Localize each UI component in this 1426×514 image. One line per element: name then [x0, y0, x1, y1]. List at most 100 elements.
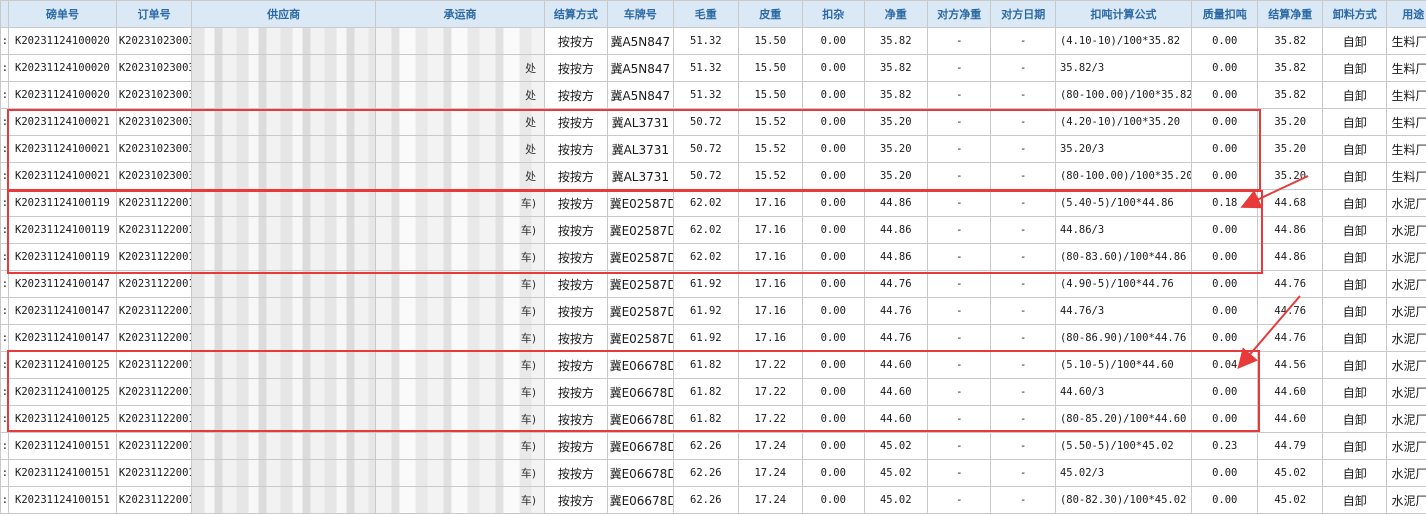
settlement-method-cell[interactable]: 按按方 [544, 324, 608, 352]
unload-method-cell[interactable]: 自卸 [1321, 378, 1388, 406]
quality-deduct-cell[interactable]: 0.00 [1190, 243, 1259, 271]
row-marker[interactable]: : [0, 216, 10, 244]
peer-net-weight-cell[interactable]: - [926, 405, 992, 433]
row-marker[interactable]: : [0, 486, 10, 514]
ticket-no-cell[interactable]: K20231124100021 [8, 135, 117, 163]
settle-net-weight-cell[interactable]: 35.82 [1257, 81, 1323, 109]
impurity-deduct-cell[interactable]: 0.00 [802, 27, 865, 55]
peer-net-weight-cell[interactable]: - [926, 432, 992, 460]
order-no-cell[interactable]: K20231122001 [115, 378, 193, 406]
ticket-no-cell[interactable]: K20231124100147 [8, 270, 117, 298]
plate-cell[interactable]: 冀AL3731 [606, 162, 675, 190]
deduct-formula-cell[interactable]: (80-86.90)/100*44.76 [1054, 324, 1192, 352]
peer-net-weight-cell[interactable]: - [926, 324, 992, 352]
peer-net-weight-cell[interactable]: - [926, 81, 992, 109]
ticket-no-cell[interactable]: K20231124100020 [8, 27, 117, 55]
ticket-no-cell[interactable]: K20231124100151 [8, 486, 117, 514]
tare-weight-cell[interactable]: 17.16 [737, 216, 804, 244]
unload-method-cell[interactable]: 自卸 [1321, 189, 1388, 217]
settle-net-weight-cell[interactable]: 44.68 [1257, 189, 1323, 217]
peer-date-cell[interactable]: - [990, 162, 1056, 190]
table-row[interactable]: : K20231124100021 K20231023003 处按按方 冀AL3731 5… [0, 108, 1426, 136]
impurity-deduct-cell[interactable]: 0.00 [802, 243, 865, 271]
supplier-cell-redacted[interactable] [191, 432, 376, 460]
impurity-deduct-cell[interactable]: 0.00 [802, 108, 865, 136]
peer-net-weight-cell[interactable]: - [926, 135, 992, 163]
quality-deduct-cell[interactable]: 0.00 [1190, 378, 1259, 406]
order-no-cell[interactable]: K20231122001 [115, 297, 193, 325]
row-marker[interactable]: : [0, 54, 10, 82]
unload-method-cell[interactable]: 自卸 [1321, 351, 1388, 379]
usage-cell[interactable]: 水泥厂 [1386, 243, 1426, 271]
usage-cell[interactable]: 生料厂 [1386, 108, 1426, 136]
quality-deduct-cell[interactable]: 0.18 [1190, 189, 1259, 217]
supplier-cell-redacted[interactable] [191, 297, 376, 325]
usage-cell[interactable]: 水泥厂 [1386, 297, 1426, 325]
table-row[interactable]: : K20231124100021 K20231023003 处按按方 冀AL3731 5… [0, 162, 1426, 190]
gross-weight-cell[interactable]: 51.32 [673, 27, 739, 55]
carrier-cell-redacted[interactable]: 处 [374, 162, 546, 190]
supplier-cell-redacted[interactable] [191, 189, 376, 217]
supplier-cell-redacted[interactable] [191, 108, 376, 136]
peer-net-weight-cell[interactable]: - [926, 162, 992, 190]
plate-cell[interactable]: 冀AL3731 [606, 108, 675, 136]
table-row[interactable]: : K20231124100147 K20231122001 车) 按按方 冀E02587… [0, 270, 1426, 298]
peer-date-cell[interactable]: - [990, 351, 1056, 379]
settlement-method-cell[interactable]: 按按方 [544, 432, 608, 460]
column-header-7[interactable]: 毛重 [673, 0, 739, 28]
supplier-cell-redacted[interactable] [191, 81, 376, 109]
peer-net-weight-cell[interactable]: - [926, 297, 992, 325]
settlement-method-cell[interactable]: 按按方 [544, 270, 608, 298]
usage-cell[interactable]: 水泥厂 [1386, 459, 1426, 487]
table-row[interactable]: : K20231124100147 K20231122001 车) 按按方 冀E02587… [0, 297, 1426, 325]
settle-net-weight-cell[interactable]: 45.02 [1257, 459, 1323, 487]
gross-weight-cell[interactable]: 50.72 [673, 108, 739, 136]
row-marker[interactable]: : [0, 351, 10, 379]
unload-method-cell[interactable]: 自卸 [1321, 216, 1388, 244]
net-weight-cell[interactable]: 35.20 [863, 162, 928, 190]
settlement-method-cell[interactable]: 按按方 [544, 54, 608, 82]
order-no-cell[interactable]: K20231122001 [115, 243, 193, 271]
unload-method-cell[interactable]: 自卸 [1321, 108, 1388, 136]
usage-cell[interactable]: 生料厂 [1386, 54, 1426, 82]
impurity-deduct-cell[interactable]: 0.00 [802, 405, 865, 433]
supplier-cell-redacted[interactable] [191, 459, 376, 487]
ticket-no-cell[interactable]: K20231124100021 [8, 108, 117, 136]
supplier-cell-redacted[interactable] [191, 405, 376, 433]
settle-net-weight-cell[interactable]: 44.86 [1257, 243, 1323, 271]
gross-weight-cell[interactable]: 61.92 [673, 297, 739, 325]
peer-date-cell[interactable]: - [990, 378, 1056, 406]
impurity-deduct-cell[interactable]: 0.00 [802, 432, 865, 460]
peer-net-weight-cell[interactable]: - [926, 351, 992, 379]
deduct-formula-cell[interactable]: (80-85.20)/100*44.60 [1054, 405, 1192, 433]
peer-date-cell[interactable]: - [990, 432, 1056, 460]
peer-net-weight-cell[interactable]: - [926, 189, 992, 217]
settle-net-weight-cell[interactable]: 44.76 [1257, 324, 1323, 352]
row-marker[interactable]: : [0, 162, 10, 190]
column-header-3[interactable]: 供应商 [191, 0, 376, 28]
supplier-cell-redacted[interactable] [191, 243, 376, 271]
plate-cell[interactable]: 冀A5N847 [606, 54, 675, 82]
quality-deduct-cell[interactable]: 0.00 [1190, 108, 1259, 136]
supplier-cell-redacted[interactable] [191, 324, 376, 352]
row-marker[interactable]: : [0, 27, 10, 55]
tare-weight-cell[interactable]: 15.50 [737, 81, 804, 109]
gross-weight-cell[interactable]: 61.92 [673, 270, 739, 298]
usage-cell[interactable]: 水泥厂 [1386, 189, 1426, 217]
ticket-no-cell[interactable]: K20231124100119 [8, 189, 117, 217]
deduct-formula-cell[interactable]: 35.82/3 [1054, 54, 1192, 82]
peer-net-weight-cell[interactable]: - [926, 27, 992, 55]
ticket-no-cell[interactable]: K20231124100020 [8, 54, 117, 82]
gross-weight-cell[interactable]: 51.32 [673, 81, 739, 109]
settle-net-weight-cell[interactable]: 35.20 [1257, 108, 1323, 136]
column-header-6[interactable]: 车牌号 [606, 0, 675, 28]
settle-net-weight-cell[interactable]: 44.60 [1257, 378, 1323, 406]
quality-deduct-cell[interactable]: 0.00 [1190, 216, 1259, 244]
net-weight-cell[interactable]: 35.20 [863, 135, 928, 163]
net-weight-cell[interactable]: 35.20 [863, 108, 928, 136]
table-row[interactable]: : K20231124100151 K20231122001 车) 按按方 冀E06678… [0, 486, 1426, 514]
column-header-11[interactable]: 对方净重 [926, 0, 992, 28]
column-header-5[interactable]: 结算方式 [544, 0, 608, 28]
impurity-deduct-cell[interactable]: 0.00 [802, 324, 865, 352]
row-marker[interactable]: : [0, 405, 10, 433]
